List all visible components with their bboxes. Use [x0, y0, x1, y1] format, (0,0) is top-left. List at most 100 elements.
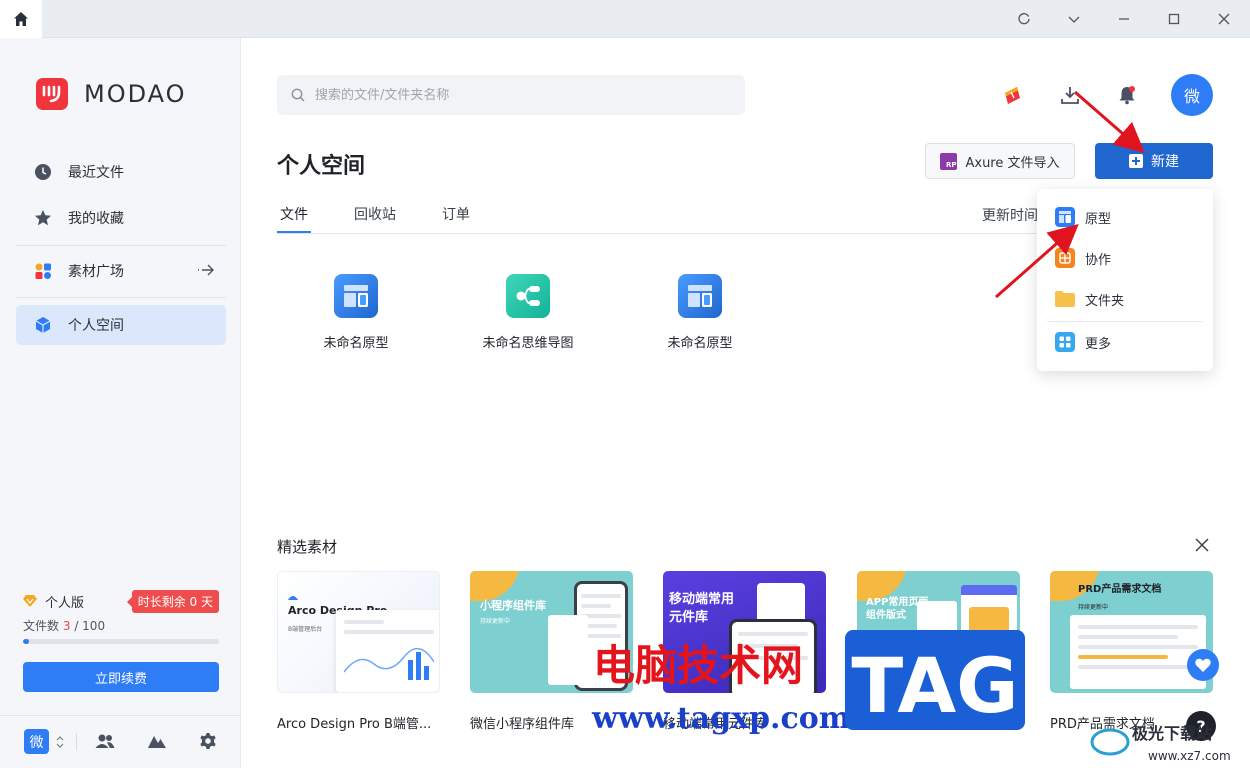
file-card[interactable]: 未命名原型 — [620, 274, 780, 351]
tab-files[interactable]: 文件 — [280, 204, 308, 224]
diamond-icon — [23, 595, 37, 607]
download-icon[interactable] — [1057, 82, 1083, 108]
axure-rp-icon: RP — [940, 152, 958, 170]
dashboard-preview — [336, 610, 439, 692]
sidebar: MODAO 最近文件 我的收藏 素材广场 个人空间 个人版 时长剩余 0 天 文… — [0, 38, 241, 768]
minimize-button[interactable] — [1099, 0, 1149, 38]
plan-name: 个人版 — [45, 595, 85, 611]
plus-icon — [1129, 154, 1143, 168]
prototype-file-icon — [678, 274, 722, 318]
tab-recycle-bin[interactable]: 回收站 — [354, 204, 396, 224]
sidebar-item-label: 我的收藏 — [68, 211, 124, 227]
close-featured-icon[interactable] — [1193, 536, 1211, 554]
menu-item-label: 文件夹 — [1085, 293, 1125, 309]
page-title: 个人空间 — [277, 154, 366, 179]
user-avatar[interactable]: 微 — [1171, 74, 1213, 116]
folder-icon — [1055, 289, 1075, 309]
phone-preview — [729, 619, 817, 693]
menu-item-folder[interactable]: 文件夹 — [1037, 279, 1213, 319]
sidebar-footer: 微 — [0, 715, 241, 768]
dropdown-button[interactable] — [1049, 0, 1099, 38]
file-count-current: 3 — [62, 619, 71, 633]
menu-item-label: 原型 — [1085, 211, 1112, 227]
heart-chat-icon — [1195, 658, 1211, 672]
menu-item-label: 更多 — [1085, 336, 1112, 352]
menu-item-label: 协作 — [1085, 252, 1112, 268]
shapes-icon — [34, 262, 52, 280]
template-name: Arco Design Pro B端管... — [277, 717, 432, 732]
file-count-total: / 100 — [74, 619, 106, 633]
bell-icon[interactable] — [1114, 82, 1140, 108]
divider — [76, 733, 77, 751]
minimize-icon — [1119, 18, 1129, 20]
template-card[interactable]: APP常用页面 组件版式 APP常用页面组件库 — [857, 571, 1020, 732]
plan-panel: 个人版 时长剩余 0 天 文件数 3 / 100 立即续费 — [23, 589, 219, 692]
gear-icon[interactable] — [197, 730, 219, 752]
star-icon — [34, 209, 52, 227]
arrow-right-icon — [196, 262, 216, 282]
logo-text: MODAO — [84, 80, 187, 108]
arco-logo-icon — [288, 596, 298, 600]
template-thumbnail: 小程序组件库 持续更新中 — [470, 571, 633, 693]
divider — [16, 245, 226, 246]
template-card[interactable]: 移动端常用 元件库 移动端常用元件库 — [663, 571, 826, 732]
menu-item-collaboration[interactable]: 协作 — [1037, 238, 1213, 278]
template-thumbnail: Arco Design Pro B端管理后台 — [277, 571, 440, 693]
template-card[interactable]: 小程序组件库 持续更新中 微信小程序组件库 — [470, 571, 633, 732]
sidebar-item-personal-space[interactable]: 个人空间 — [16, 305, 226, 345]
divider — [16, 297, 226, 298]
feedback-button[interactable] — [1187, 649, 1219, 681]
template-card[interactable]: Arco Design Pro B端管理后台 Arco Design Pro B… — [277, 571, 440, 732]
new-button[interactable]: 新建 — [1095, 143, 1213, 179]
switch-team-icon[interactable] — [56, 735, 64, 753]
new-button-label: 新建 — [1151, 154, 1179, 170]
home-tab[interactable] — [0, 0, 42, 38]
help-button[interactable]: ? — [1186, 711, 1216, 741]
tab-orders[interactable]: 订单 — [442, 204, 470, 224]
menu-item-more[interactable]: 更多 — [1037, 322, 1213, 362]
logo[interactable]: MODAO — [36, 78, 187, 110]
sidebar-item-label: 素材广场 — [68, 264, 124, 280]
tab-indicator — [277, 231, 311, 233]
home-icon — [14, 12, 28, 26]
title-bar — [0, 0, 1250, 38]
search-input[interactable] — [315, 87, 715, 103]
refresh-button[interactable] — [999, 0, 1049, 38]
refresh-icon — [1018, 13, 1030, 25]
file-card[interactable]: 未命名原型 — [276, 274, 436, 351]
axure-import-button[interactable]: RP Axure 文件导入 — [925, 143, 1075, 179]
maximize-icon — [1168, 13, 1180, 25]
sort-by-updated[interactable]: 更新时间 — [982, 205, 1038, 225]
sidebar-item-recent[interactable]: 最近文件 — [16, 152, 226, 192]
tab-bar: 文件 回收站 订单 — [277, 196, 1037, 234]
featured-title: 精选素材 — [277, 538, 338, 556]
gift-icon[interactable] — [999, 82, 1025, 108]
file-card[interactable]: 未命名思维导图 — [448, 274, 608, 351]
mountain-icon[interactable] — [146, 730, 168, 752]
prototype-icon — [1055, 207, 1075, 227]
file-count: 文件数 3 / 100 — [23, 619, 106, 633]
template-card[interactable]: PRD产品需求文档 持续更新中 PRD产品需求文档 — [1050, 571, 1213, 732]
search-box[interactable] — [277, 75, 745, 115]
axure-import-label: Axure 文件导入 — [965, 155, 1060, 171]
team-avatar[interactable]: 微 — [24, 729, 49, 754]
maximize-button[interactable] — [1149, 0, 1199, 38]
template-name: 微信小程序组件库 — [470, 717, 575, 732]
cube-icon — [34, 316, 52, 334]
close-icon — [1218, 13, 1230, 25]
renew-button[interactable]: 立即续费 — [23, 662, 219, 692]
file-name: 未命名原型 — [323, 336, 389, 351]
template-thumbnail: PRD产品需求文档 持续更新中 — [1050, 571, 1213, 693]
template-thumbnail: 移动端常用 元件库 — [663, 571, 826, 693]
menu-item-prototype[interactable]: 原型 — [1037, 197, 1213, 237]
site-logo-icon — [1090, 728, 1130, 756]
template-name: APP常用页面组件库 — [857, 717, 973, 732]
members-icon[interactable] — [94, 730, 116, 752]
close-window-button[interactable] — [1199, 0, 1249, 38]
search-icon — [291, 88, 305, 102]
collaboration-icon — [1055, 248, 1075, 268]
sidebar-item-favorites[interactable]: 我的收藏 — [16, 198, 226, 238]
template-name: 移动端常用元件库 — [663, 717, 768, 732]
clock-icon — [34, 163, 52, 181]
sidebar-item-materials[interactable]: 素材广场 — [16, 251, 226, 291]
